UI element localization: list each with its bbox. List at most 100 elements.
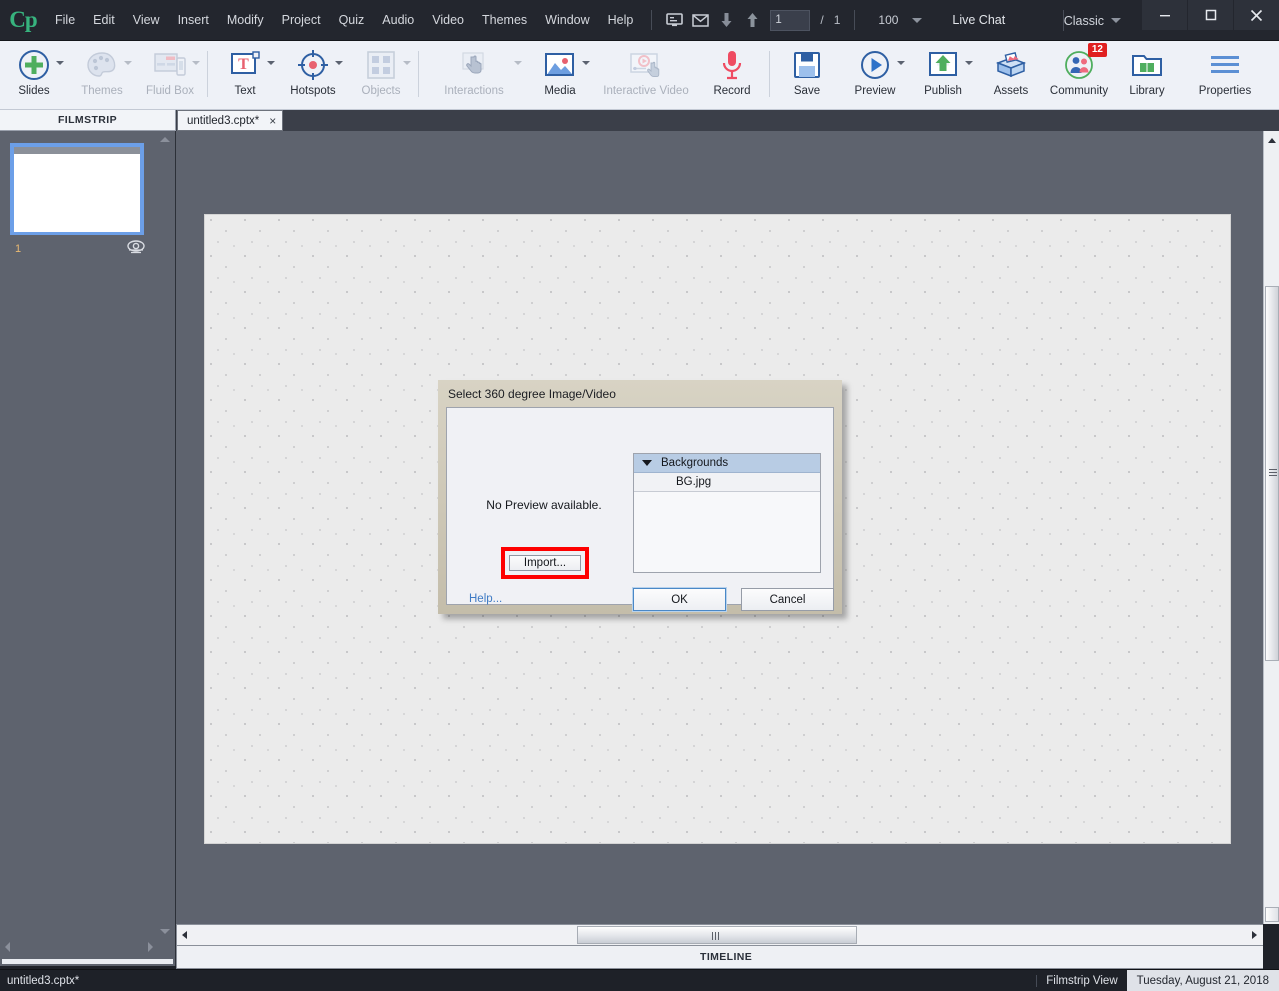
arrow-up-icon[interactable] [739,0,765,41]
status-bar-right: Filmstrip View Tuesday, August 21, 2018 [1036,970,1279,991]
microphone-icon [719,46,745,84]
monitor-icon[interactable] [661,0,687,41]
toolbar-media-label: Media [544,85,575,97]
workspace-caret-icon[interactable] [1111,18,1121,23]
filmstrip-scroll-down-icon[interactable] [160,929,170,934]
toolbar-interactive-video-button[interactable]: Interactive Video [594,41,698,110]
list-item[interactable]: BG.jpg [634,473,820,492]
menu-themes[interactable]: Themes [473,0,536,41]
toolbar-themes-label: Themes [81,85,123,97]
toolbar-interactions-button[interactable]: Interactions [422,41,526,110]
ok-button[interactable]: OK [633,588,726,611]
live-chat-link[interactable]: Live Chat [952,13,1005,27]
filmstrip-scroll-right-icon[interactable] [148,942,153,952]
menu-quiz[interactable]: Quiz [330,0,374,41]
plus-circle-icon [18,46,50,84]
hotspot-target-icon [297,46,329,84]
toolbar-fluidbox-button[interactable]: Fluid Box [136,41,204,110]
captivate-application-window: Cp File Edit View Insert Modify Project … [0,0,1279,991]
workspace-selector[interactable]: Classic [1064,0,1121,41]
text-dropdown-caret-icon[interactable] [267,61,275,65]
close-button[interactable] [1233,0,1279,30]
horizontal-scrollbar-thumb[interactable] [577,926,857,944]
envelope-icon[interactable] [687,0,713,41]
toolbar-assets-button[interactable]: Assets [977,41,1045,110]
arrow-down-icon[interactable] [713,0,739,41]
filmstrip-panel: 1 [0,131,176,966]
asset-listbox[interactable]: Backgrounds BG.jpg [633,453,821,573]
chevron-down-icon[interactable] [642,460,652,466]
scroll-right-icon[interactable] [1252,931,1257,939]
svg-text:T: T [238,56,249,73]
toolbar-hotspots-button[interactable]: Hotspots [279,41,347,110]
maximize-button[interactable] [1187,0,1233,30]
toolbar-divider-1 [207,51,208,97]
toolbar-objects-label: Objects [362,85,401,97]
media-image-icon [544,46,576,84]
filmstrip-horizontal-scrollbar[interactable] [2,959,173,964]
scroll-down-button[interactable] [1265,907,1279,922]
zoom-dropdown-caret-icon[interactable] [912,18,922,23]
import-button[interactable]: Import... [509,555,581,571]
vertical-scrollbar-thumb[interactable] [1265,286,1279,661]
hotspots-dropdown-caret-icon[interactable] [335,61,343,65]
hamburger-lines-icon [1210,46,1240,84]
filmstrip-scroll-left-icon[interactable] [5,942,10,952]
toolbar-media-button[interactable]: Media [526,41,594,110]
slides-dropdown-caret-icon[interactable] [56,61,64,65]
interactions-dropdown-caret-icon[interactable] [514,61,522,65]
scroll-left-icon[interactable] [182,931,187,939]
slide-number-input[interactable]: 1 [770,10,810,31]
toolbar-save-button[interactable]: Save [773,41,841,110]
menu-file[interactable]: File [46,0,84,41]
toolbar-preview-button[interactable]: Preview [841,41,909,110]
menu-modify[interactable]: Modify [218,0,273,41]
listbox-group-label: Backgrounds [661,457,728,469]
minimize-button[interactable] [1141,0,1187,30]
toolbar-community-button[interactable]: 12 Community [1045,41,1113,110]
listbox-group-backgrounds[interactable]: Backgrounds [634,454,820,473]
close-icon[interactable]: × [269,114,276,128]
zoom-level-value[interactable]: 100 [878,13,912,27]
fluid-box-icon [153,46,187,84]
toolbar-text-button[interactable]: T Text [211,41,279,110]
cancel-button[interactable]: Cancel [741,588,834,611]
themes-dropdown-caret-icon[interactable] [124,61,132,65]
menu-video[interactable]: Video [423,0,473,41]
status-filename: untitled3.cptx* [7,975,79,987]
toolbar-record-button[interactable]: Record [698,41,766,110]
menu-audio[interactable]: Audio [373,0,423,41]
menu-view[interactable]: View [124,0,169,41]
toolbar-objects-button[interactable]: Objects [347,41,415,110]
stage-vertical-scrollbar[interactable] [1263,131,1279,924]
preview-dropdown-caret-icon[interactable] [897,61,905,65]
filmstrip-scroll-up-icon[interactable] [160,137,170,142]
document-tab[interactable]: untitled3.cptx* × [177,110,283,131]
menu-insert[interactable]: Insert [169,0,218,41]
fluidbox-dropdown-caret-icon[interactable] [192,61,200,65]
scroll-up-icon[interactable] [1268,138,1276,143]
toolbar-library-button[interactable]: Library [1113,41,1181,110]
main-toolbar: Slides Themes Fluid Box T Text [0,41,1279,110]
toolbar-slides-button[interactable]: Slides [0,41,68,110]
menubar-divider [651,10,652,30]
toolbar-properties-label: Properties [1199,85,1251,97]
eye-visibility-icon[interactable] [126,239,146,260]
objects-dropdown-caret-icon[interactable] [403,61,411,65]
stage-horizontal-scrollbar[interactable] [176,924,1263,946]
menu-project[interactable]: Project [273,0,330,41]
publish-dropdown-caret-icon[interactable] [965,61,973,65]
toolbar-themes-button[interactable]: Themes [68,41,136,110]
toolbar-properties-button[interactable]: Properties [1181,41,1269,110]
slide-thumbnail-1[interactable] [10,143,144,235]
toolbar-publish-button[interactable]: Publish [909,41,977,110]
help-link[interactable]: Help... [469,593,502,605]
menu-window[interactable]: Window [536,0,598,41]
interactions-hand-icon [459,46,489,84]
timeline-panel-bar[interactable]: TIMELINE [176,946,1263,969]
community-notification-badge: 12 [1088,43,1107,57]
menu-edit[interactable]: Edit [84,0,124,41]
status-view-mode[interactable]: Filmstrip View [1036,975,1126,987]
media-dropdown-caret-icon[interactable] [582,61,590,65]
menu-help[interactable]: Help [599,0,643,41]
